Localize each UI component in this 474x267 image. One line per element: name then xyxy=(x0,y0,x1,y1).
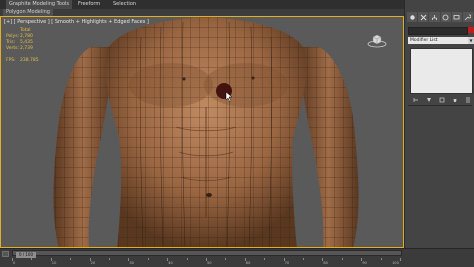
ruler-tick xyxy=(400,258,401,261)
ruler-tick xyxy=(225,258,227,260)
timeline: 0 / 100 0 10 20 30 40 50 60 70 80 90 100 xyxy=(0,248,474,267)
fps-key: FPS: xyxy=(6,58,16,63)
ruler-tick xyxy=(186,258,188,260)
pin-icon xyxy=(413,98,418,102)
selection-cursor-icon xyxy=(216,83,233,103)
polygon-modeling-label[interactable]: Polygon Modeling xyxy=(3,9,53,16)
ruler-label: 80 xyxy=(323,261,328,265)
trash-icon xyxy=(453,99,457,102)
ruler-tick xyxy=(70,258,72,260)
ruler-tick xyxy=(264,258,266,260)
create-tab[interactable] xyxy=(407,12,418,22)
modify-icon xyxy=(420,14,427,20)
motion-tab[interactable] xyxy=(440,12,451,22)
wrench-icon xyxy=(465,14,472,20)
time-slider[interactable]: 0 / 100 xyxy=(12,250,402,258)
ruler-label: 70 xyxy=(284,261,290,265)
pin-stack-button[interactable] xyxy=(413,97,419,103)
fps-row: FPS: 238.785 xyxy=(6,58,40,64)
ruler-label: 100 xyxy=(392,261,399,265)
ruler-label: 50 xyxy=(207,261,212,265)
ruler-tick xyxy=(31,258,33,260)
configure-icon xyxy=(466,97,470,103)
ruler-label: 30 xyxy=(129,261,134,265)
ribbon-panel-row: Polygon Modeling xyxy=(0,9,404,16)
ruler-tick xyxy=(147,258,149,260)
make-unique-button[interactable] xyxy=(439,97,445,103)
ruler-label: 10 xyxy=(51,261,57,265)
show-end-result-button[interactable] xyxy=(426,97,432,103)
tab-freeform[interactable]: Freeform xyxy=(78,0,100,9)
ruler-tick xyxy=(380,258,382,260)
stats-key: Verts: xyxy=(6,46,19,51)
stats-row: Verts:2,739 xyxy=(6,46,40,52)
fps-value: 238.785 xyxy=(20,58,39,63)
tab-graphite-modeling-tools[interactable]: Graphite Modeling Tools xyxy=(6,0,73,9)
stack-buttons xyxy=(413,97,471,103)
tab-selection[interactable]: Selection xyxy=(113,0,136,9)
panel-divider xyxy=(408,105,472,106)
ruler-label: 60 xyxy=(245,261,251,265)
hierarchy-icon xyxy=(432,14,437,20)
max-window: Graphite Modeling Tools Freeform Selecti… xyxy=(0,0,474,267)
object-color-swatch[interactable] xyxy=(468,27,474,33)
mini-curve-editor-icon[interactable] xyxy=(2,251,9,257)
display-icon xyxy=(453,14,460,19)
command-panel-tabs xyxy=(407,12,474,22)
motion-icon xyxy=(442,14,449,20)
command-panel: Modifier List ▼ xyxy=(404,0,474,248)
configure-sets-button[interactable] xyxy=(465,97,471,103)
display-tab[interactable] xyxy=(451,12,462,22)
end-result-icon xyxy=(427,98,431,102)
ruler-label: 0 xyxy=(13,261,16,265)
hierarchy-tab[interactable] xyxy=(429,12,440,22)
torso-mesh xyxy=(53,17,359,247)
viewcube-icon[interactable] xyxy=(367,31,387,49)
perspective-viewport[interactable]: [+] [ Perspective ] [ Smooth + Highlight… xyxy=(0,16,404,248)
modifier-list-dropdown[interactable]: Modifier List xyxy=(408,37,468,44)
ruler-label: 40 xyxy=(168,261,173,265)
ruler-label: 20 xyxy=(90,261,96,265)
ruler-tick xyxy=(303,258,304,260)
ruler-tick xyxy=(341,258,343,260)
ruler-label: 90 xyxy=(362,261,367,265)
ruler-tick xyxy=(109,258,110,260)
stats-value: 2,739 xyxy=(20,46,33,51)
utilities-tab[interactable] xyxy=(462,12,474,22)
object-name-field[interactable] xyxy=(408,27,468,35)
modifier-stack[interactable] xyxy=(410,48,473,94)
remove-modifier-button[interactable] xyxy=(452,97,458,103)
unique-icon xyxy=(439,97,445,103)
create-icon xyxy=(409,14,415,20)
stats-overlay: Total Polys:2,780 Tris: 5,435 Verts:2,739… xyxy=(6,28,40,64)
viewport-label[interactable]: [+] [ Perspective ] [ Smooth + Highlight… xyxy=(4,19,149,25)
modify-tab[interactable] xyxy=(418,12,429,22)
chevron-down-icon[interactable]: ▼ xyxy=(468,37,474,44)
